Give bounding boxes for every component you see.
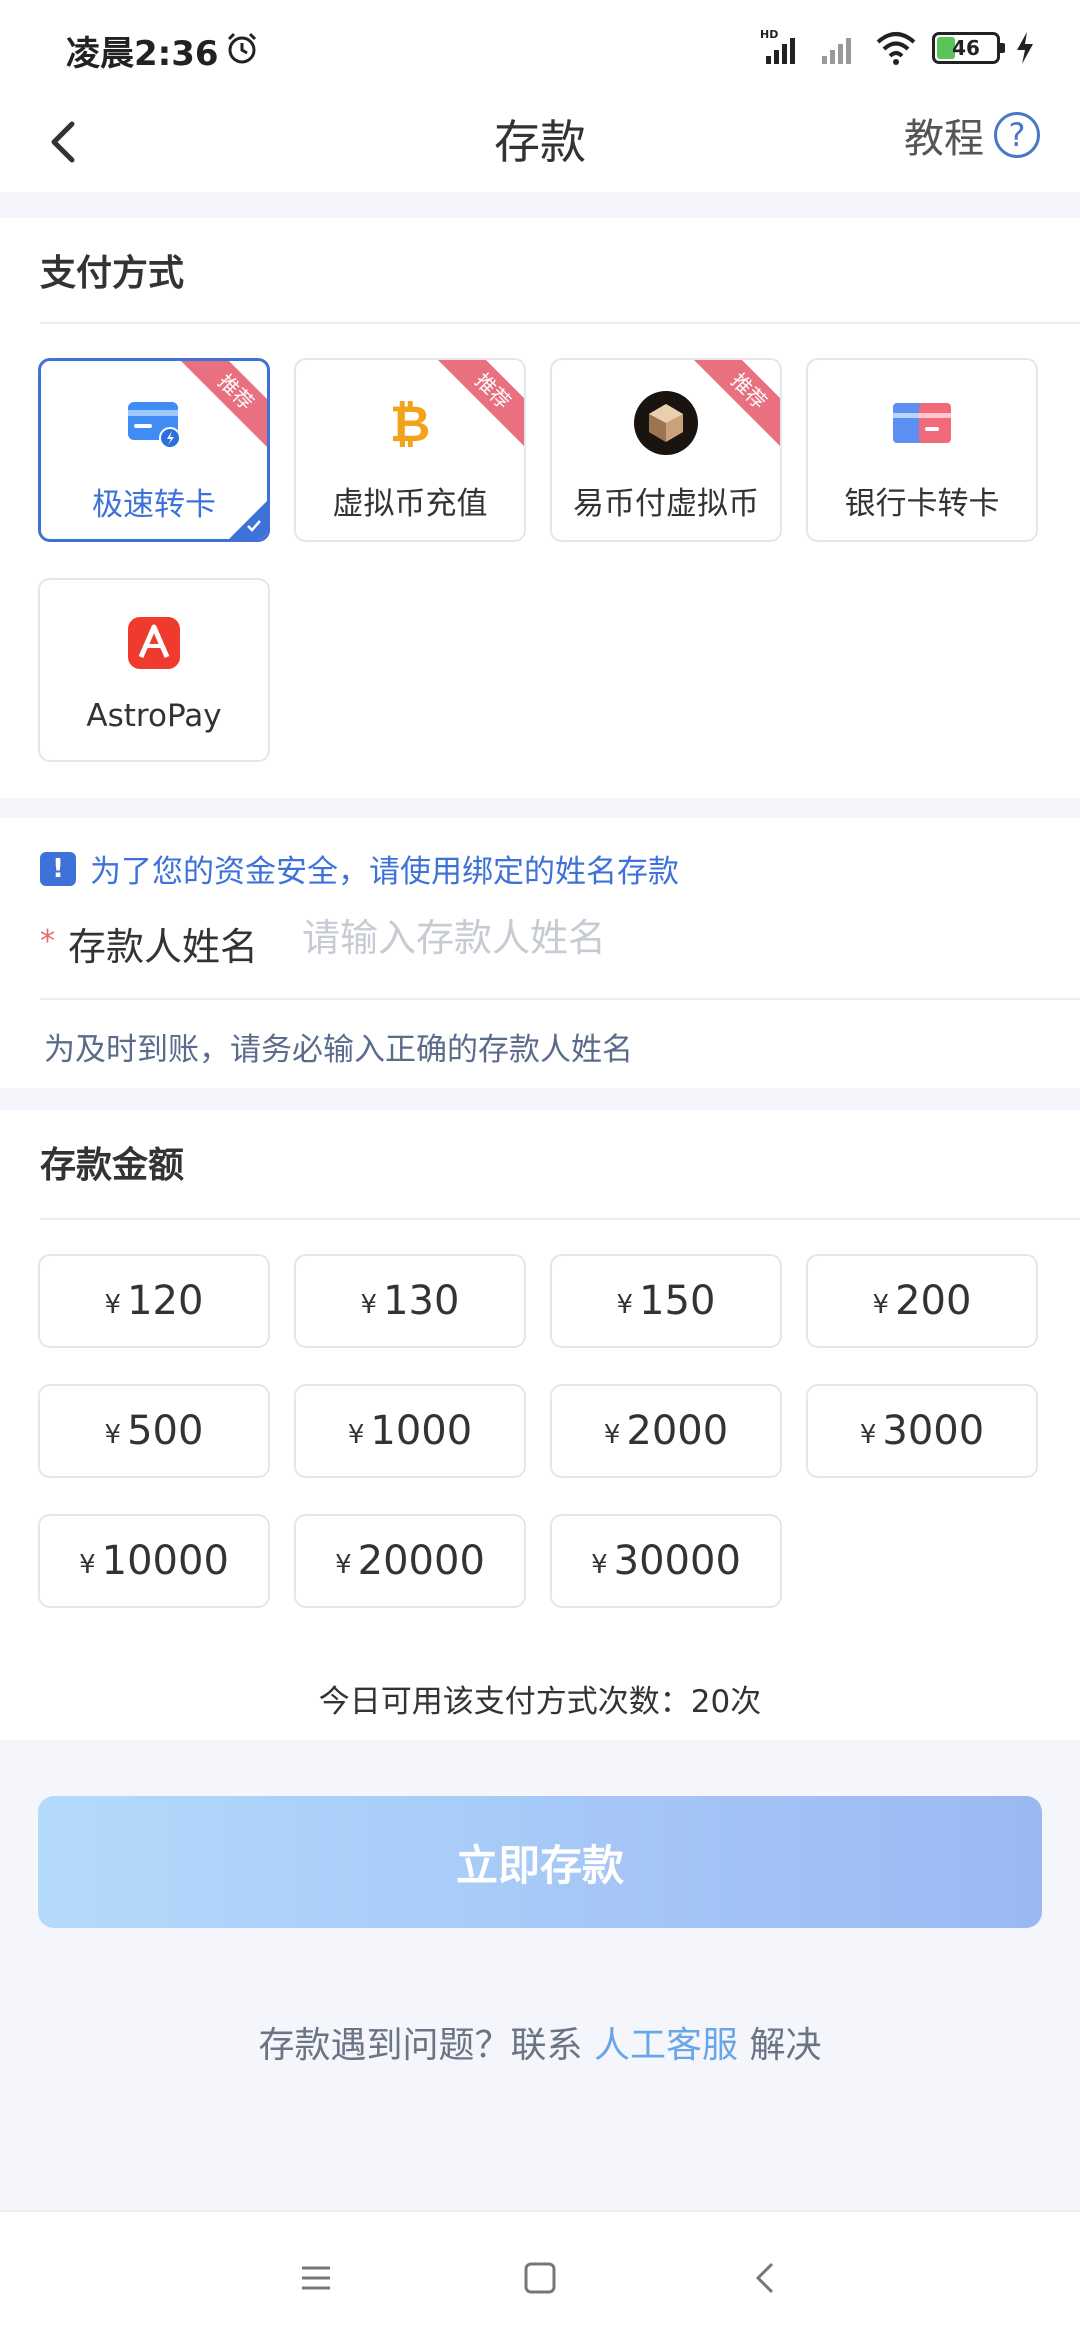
amount-option[interactable]: ¥120 xyxy=(38,1254,270,1348)
bitcoin-icon: ₿ xyxy=(390,395,431,451)
back-nav-icon[interactable] xyxy=(740,2252,792,2304)
amount-option[interactable]: ¥2000 xyxy=(550,1384,782,1478)
notice-text: 为了您的资金安全，请使用绑定的姓名存款 xyxy=(90,854,679,890)
payment-option-fast-transfer[interactable]: 推荐 极速转卡 xyxy=(38,358,270,542)
battery-icon: 46 xyxy=(932,32,1005,64)
daily-usage-limit: 今日可用该支付方式次数：20次 xyxy=(318,1684,762,1720)
info-icon: ! xyxy=(40,851,76,886)
amount-option[interactable]: ¥3000 xyxy=(806,1384,1038,1478)
amount-section-title: 存款金额 xyxy=(40,1145,185,1186)
security-notice: ! 为了您的资金安全，请使用绑定的姓名存款 xyxy=(40,846,679,891)
amount-value: 130 xyxy=(383,1278,460,1324)
wifi-icon xyxy=(876,32,916,65)
currency-symbol: ¥ xyxy=(872,1290,890,1320)
payment-option-label: AstroPay xyxy=(86,698,222,734)
amount-option[interactable]: ¥200 xyxy=(806,1254,1038,1348)
currency-symbol: ¥ xyxy=(335,1550,352,1580)
depositor-name-input[interactable] xyxy=(302,908,1002,968)
divider xyxy=(40,1218,1080,1220)
currency-symbol: ¥ xyxy=(591,1550,608,1580)
help-suffix: 解决 xyxy=(738,2025,822,2066)
amount-value: 1000 xyxy=(370,1408,473,1454)
tutorial-link[interactable]: 教程 ? xyxy=(904,106,1040,164)
currency-symbol: ¥ xyxy=(79,1550,96,1580)
payment-option-label: 虚拟币充值 xyxy=(332,486,488,522)
amount-value: 20000 xyxy=(357,1538,485,1584)
help-contact: 存款遇到问题？联系 人工客服 解决 xyxy=(0,2016,1080,2068)
payment-option-label: 易币付虚拟币 xyxy=(573,486,759,522)
payment-option-ebpay[interactable]: 推荐 易币付虚拟币 xyxy=(550,358,782,542)
payment-option-label: 银行卡转卡 xyxy=(844,486,1000,522)
tutorial-label: 教程 xyxy=(904,116,984,162)
card-icon xyxy=(128,402,181,449)
amount-value: 30000 xyxy=(613,1538,741,1584)
charging-icon xyxy=(1017,32,1033,64)
network-type-label: HD xyxy=(760,28,778,41)
checkmark-icon xyxy=(247,520,261,532)
payment-option-astropay[interactable]: AstroPay xyxy=(38,578,270,762)
amount-value: 500 xyxy=(127,1408,204,1454)
name-hint: 为及时到账，请务必输入正确的存款人姓名 xyxy=(44,1032,633,1068)
currency-symbol: ¥ xyxy=(616,1290,634,1320)
status-time: 凌晨2:36 xyxy=(66,34,219,74)
amount-value: 10000 xyxy=(101,1538,229,1584)
depositor-name-label: 存款人姓名 xyxy=(68,925,259,969)
alarm-icon xyxy=(227,32,257,64)
astropay-icon xyxy=(128,617,180,669)
amount-option[interactable]: ¥500 xyxy=(38,1384,270,1478)
deposit-amount-section: 存款金额 ¥120 ¥130 ¥150 ¥200 ¥500 ¥1000 ¥2000 ¥3000… xyxy=(0,1110,1080,1740)
payment-option-bank-transfer[interactable]: 银行卡转卡 xyxy=(806,358,1038,542)
required-marker: * xyxy=(40,924,55,959)
svg-text:₿: ₿ xyxy=(390,395,431,451)
system-nav-bar xyxy=(0,2210,1080,2340)
bank-card-icon xyxy=(893,403,951,443)
customer-service-link[interactable]: 人工客服 xyxy=(594,2025,738,2066)
home-icon[interactable] xyxy=(514,2252,566,2304)
currency-symbol: ¥ xyxy=(347,1420,365,1450)
amount-value: 120 xyxy=(127,1278,204,1324)
amount-option[interactable]: ¥20000 xyxy=(294,1514,526,1608)
amount-option[interactable]: ¥30000 xyxy=(550,1514,782,1608)
status-indicators: HD 46 xyxy=(760,28,1036,68)
payment-option-crypto[interactable]: 推荐 ₿ 虚拟币充值 xyxy=(294,358,526,542)
depositor-name-section: ! 为了您的资金安全，请使用绑定的姓名存款 * 存款人姓名 为及时到账，请务必输… xyxy=(0,818,1080,1088)
payment-method-section: 支付方式 推荐 极速转卡 推荐 ₿ 虚拟币充值 推荐 易币付虚拟币 银行卡转卡 … xyxy=(0,218,1080,798)
ebpay-icon xyxy=(634,391,698,455)
amount-value: 3000 xyxy=(882,1408,985,1454)
deposit-now-button[interactable]: 立即存款 xyxy=(38,1796,1042,1928)
currency-symbol: ¥ xyxy=(859,1420,877,1450)
currency-symbol: ¥ xyxy=(104,1290,122,1320)
menu-icon[interactable] xyxy=(290,2252,342,2304)
divider xyxy=(40,998,1080,1000)
currency-symbol: ¥ xyxy=(603,1420,621,1450)
amount-option[interactable]: ¥10000 xyxy=(38,1514,270,1608)
amount-value: 200 xyxy=(895,1278,972,1324)
amount-option[interactable]: ¥130 xyxy=(294,1254,526,1348)
help-icon: ? xyxy=(994,112,1040,158)
signal-icon: HD xyxy=(760,28,795,64)
payment-section-title: 支付方式 xyxy=(40,253,185,294)
signal-icon-2 xyxy=(822,38,851,64)
amount-option[interactable]: ¥1000 xyxy=(294,1384,526,1478)
amount-option[interactable]: ¥150 xyxy=(550,1254,782,1348)
amount-value: 2000 xyxy=(626,1408,729,1454)
nav-bar: 存款 教程 ? xyxy=(0,92,1080,192)
status-bar: 凌晨2:36 HD 46 xyxy=(0,0,1080,92)
currency-symbol: ¥ xyxy=(360,1290,378,1320)
amount-value: 150 xyxy=(639,1278,716,1324)
help-prefix: 存款遇到问题？联系 xyxy=(258,2025,594,2066)
currency-symbol: ¥ xyxy=(104,1420,122,1450)
divider xyxy=(40,322,1080,324)
